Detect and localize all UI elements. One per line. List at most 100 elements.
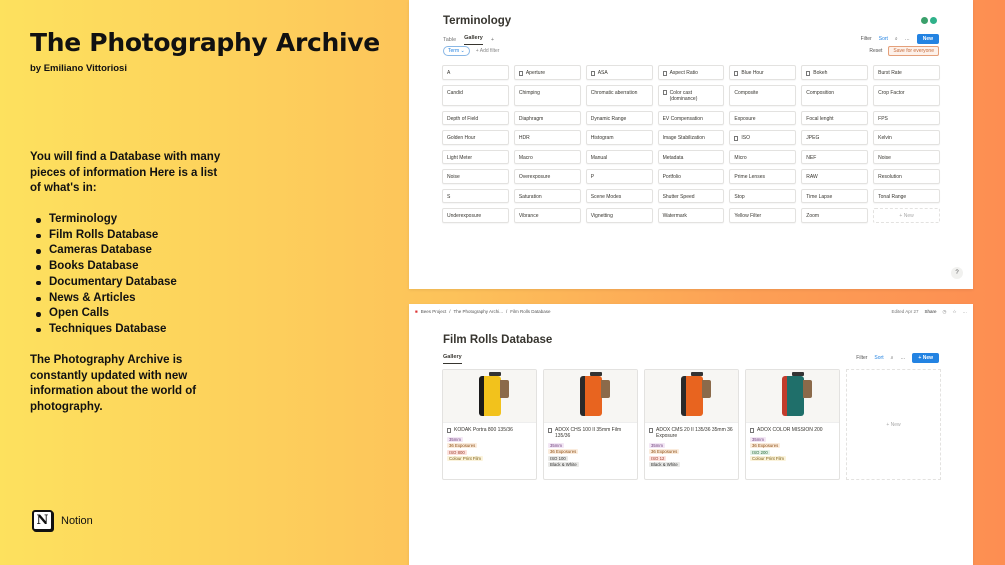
new-card-button[interactable]: + New xyxy=(846,369,941,480)
favorite-icon[interactable]: ☆ xyxy=(952,309,956,315)
more-icon[interactable]: … xyxy=(963,309,968,315)
term-card[interactable]: FPS xyxy=(873,110,940,125)
filter-button[interactable]: Filter xyxy=(861,36,872,42)
tab-gallery[interactable]: Gallery xyxy=(443,354,462,364)
term-card[interactable]: Chromatic aberration xyxy=(585,84,653,106)
filter-button[interactable]: Filter xyxy=(856,355,867,361)
term-card[interactable]: Metadata xyxy=(657,149,725,164)
term-card[interactable]: JPEG xyxy=(801,130,869,145)
term-card[interactable]: Exposure xyxy=(729,110,797,125)
term-card[interactable]: Overexposure xyxy=(513,169,581,184)
term-card[interactable]: Histogram xyxy=(585,130,653,145)
share-button[interactable]: Share xyxy=(925,309,937,315)
term-card[interactable]: Vibrance xyxy=(513,208,581,223)
term-card-label: Diaphragm xyxy=(518,115,544,122)
search-icon[interactable]: ⌕ xyxy=(891,355,894,361)
film-roll-card[interactable]: ADOX CHS 100 II 35mm Film 135/36 35mm 36 E… xyxy=(543,369,638,480)
term-card[interactable]: Bokeh xyxy=(801,65,869,80)
more-icon[interactable]: … xyxy=(905,36,910,42)
term-card[interactable]: EV Compensation xyxy=(657,110,725,125)
term-card[interactable]: Tonal Range xyxy=(873,188,940,203)
term-card-label: ISO xyxy=(741,135,751,141)
term-card[interactable]: Vignetting xyxy=(585,208,653,223)
term-card[interactable]: Yellow Filter xyxy=(729,208,797,223)
save-view-button[interactable]: Save for everyone xyxy=(888,46,939,56)
term-card[interactable]: Kelvin xyxy=(873,130,940,145)
term-card[interactable]: Stop xyxy=(729,188,797,203)
sort-button[interactable]: Sort xyxy=(879,36,888,42)
term-card[interactable]: Blue Hour xyxy=(729,65,797,80)
term-card[interactable]: Candid xyxy=(442,84,509,106)
term-card[interactable]: ASA xyxy=(585,65,653,80)
new-button[interactable]: + New xyxy=(912,353,939,363)
term-card[interactable]: Light Meter xyxy=(442,149,509,164)
new-card-button[interactable]: + New xyxy=(873,208,940,223)
new-button[interactable]: New xyxy=(916,34,939,44)
page-icon xyxy=(750,427,754,433)
term-card[interactable]: Focal lenght xyxy=(801,110,869,125)
term-card[interactable]: Crop Factor xyxy=(873,84,940,106)
term-card[interactable]: Image Stabilization xyxy=(657,130,725,145)
term-card[interactable]: Color cast (dominance) xyxy=(657,84,725,106)
term-card[interactable]: RAW xyxy=(801,169,869,184)
term-card-label: Golden Hour xyxy=(447,135,476,141)
film-leader xyxy=(802,380,812,398)
term-card[interactable]: NEF xyxy=(801,149,869,164)
term-card[interactable]: Golden Hour xyxy=(442,130,509,145)
term-card[interactable]: P xyxy=(585,169,653,184)
term-card[interactable]: Resolution xyxy=(873,169,940,184)
help-button[interactable]: ? xyxy=(951,267,963,279)
term-card[interactable]: S xyxy=(442,188,509,203)
sort-button[interactable]: Sort xyxy=(874,355,883,361)
term-card[interactable]: Time Lapse xyxy=(801,188,869,203)
term-card[interactable]: Shutter Speed xyxy=(657,188,725,203)
term-card[interactable]: Burst Rate xyxy=(873,65,940,80)
term-card[interactable]: Portfolio xyxy=(657,169,725,184)
term-card-label: Focal lenght xyxy=(806,115,834,122)
term-card[interactable]: Manual xyxy=(585,149,653,164)
term-card[interactable]: Aspect Ratio xyxy=(657,65,725,80)
term-card[interactable]: Watermark xyxy=(657,208,725,223)
film-roll-card[interactable]: ADOX COLOR MISSION 200 35mm 36 Exposures IS… xyxy=(745,369,840,480)
term-card[interactable]: Dynamic Range xyxy=(585,110,653,125)
search-icon[interactable]: ⌕ xyxy=(895,36,898,42)
film-roll-card[interactable]: ADOX CMS 20 II 135/36 35mm 36 Exposure 35… xyxy=(644,369,739,480)
term-card[interactable]: Zoom xyxy=(801,208,869,223)
term-card[interactable]: Diaphragm xyxy=(513,110,581,125)
term-card[interactable]: Aperture xyxy=(513,65,581,80)
term-card[interactable]: Micro xyxy=(729,149,797,164)
term-card[interactable]: Underexposure xyxy=(442,208,509,223)
page-icon xyxy=(734,135,739,141)
term-card[interactable]: Depth of Field xyxy=(442,110,509,125)
term-card[interactable]: Scene Modes xyxy=(585,188,653,203)
term-card[interactable]: Composition xyxy=(801,84,869,106)
avatars xyxy=(921,17,937,24)
term-card[interactable]: ISO xyxy=(729,130,797,145)
breadcrumb-item[interactable]: Film Rolls Database xyxy=(510,309,550,314)
term-card[interactable]: Noise xyxy=(873,149,940,164)
term-filter-chip[interactable]: Term ⌄ xyxy=(443,46,470,56)
term-card[interactable]: Macro xyxy=(513,149,581,164)
breadcrumb-item[interactable]: Bees Project xyxy=(421,309,447,314)
term-card[interactable]: Prime Lenses xyxy=(729,169,797,184)
avatar-icon xyxy=(930,17,937,24)
term-card[interactable]: Saturation xyxy=(513,188,581,203)
tab-gallery[interactable]: Gallery xyxy=(464,35,483,45)
term-card[interactable]: Chimping xyxy=(513,84,581,106)
add-view-button[interactable]: + xyxy=(491,37,494,43)
term-card-label: Tonal Range xyxy=(878,193,907,200)
term-card[interactable]: HDR xyxy=(513,130,581,145)
breadcrumb-item[interactable]: The Photography Archi... xyxy=(454,309,504,314)
more-icon[interactable]: … xyxy=(900,355,905,361)
comments-icon[interactable]: ◷ xyxy=(943,309,947,315)
film-roll-card[interactable]: KODAK Portra 800 135/36 35mm 36 Exposures I… xyxy=(442,369,537,480)
contents-list-item: Terminology xyxy=(36,212,177,228)
page-actions: Edited Apr 27 Share ◷ ☆ … xyxy=(891,309,967,315)
term-card-label: Light Meter xyxy=(447,154,473,161)
term-card[interactable]: A xyxy=(442,65,509,80)
term-card[interactable]: Noise xyxy=(442,169,509,184)
tab-table[interactable]: Table xyxy=(443,37,456,43)
reset-button[interactable]: Reset xyxy=(869,48,882,54)
term-card[interactable]: Composite xyxy=(729,84,797,106)
add-filter-button[interactable]: + Add filter xyxy=(476,48,500,54)
